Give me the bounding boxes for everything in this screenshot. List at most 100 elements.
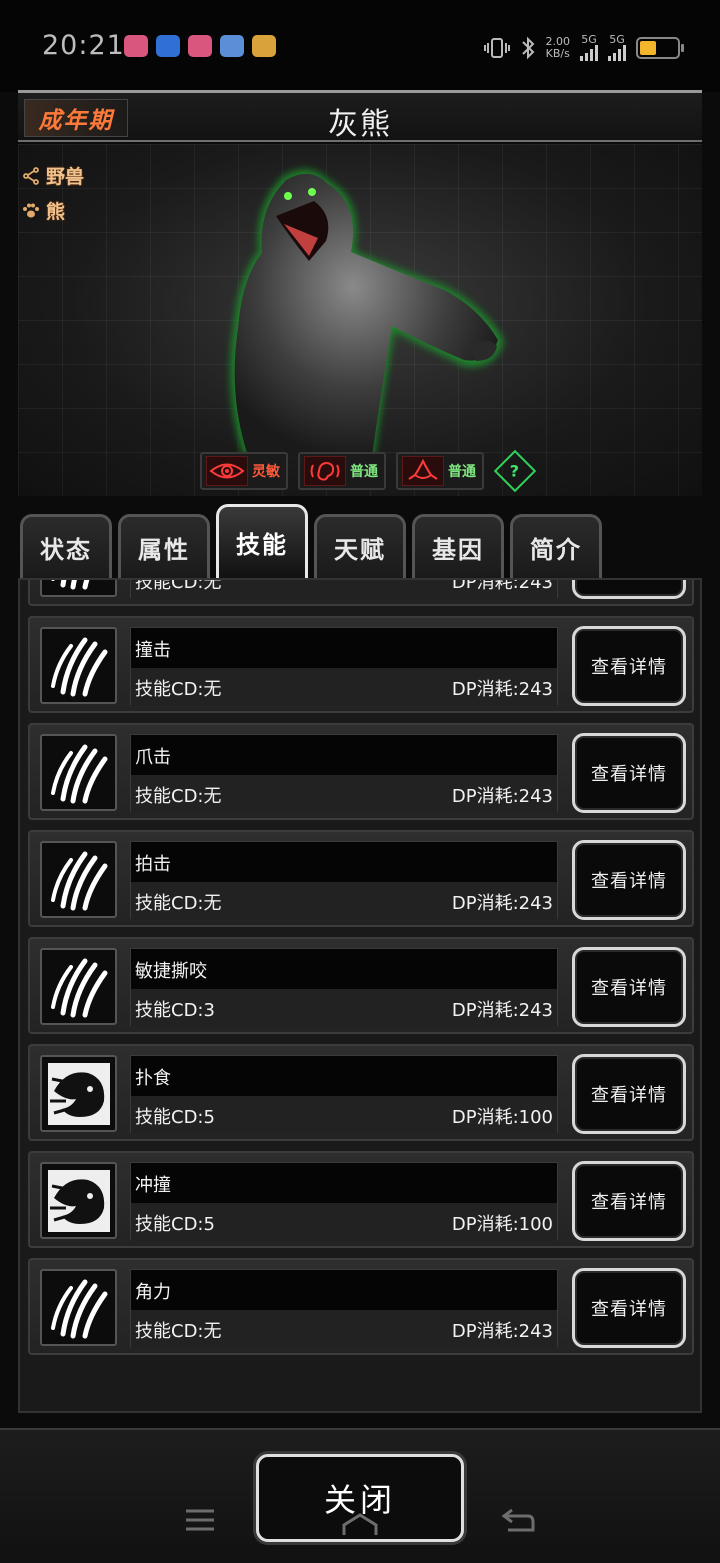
tab-skills[interactable]: 技能	[216, 504, 308, 578]
page-title: 灰熊	[328, 107, 392, 142]
view-details-button[interactable]: 查看详情	[572, 1161, 686, 1241]
sim2-signal: 5G	[608, 34, 626, 61]
tab-label: 天赋	[334, 536, 386, 564]
menu-icon[interactable]	[184, 1506, 216, 1541]
sense-sight[interactable]: 灵敏	[200, 452, 288, 490]
skill-row: 敏捷撕咬技能CD:3 DP消耗:243 查看详情	[28, 937, 694, 1034]
skill-name: 爪击	[135, 747, 171, 768]
sense-hearing-level: 普通	[350, 464, 378, 480]
skill-cooldown: 技能CD:3	[135, 1000, 215, 1021]
status-bar: 20:21 2.00 KB/s 5G 5G	[0, 0, 720, 92]
net-speed: 2.00 KB/s	[545, 34, 571, 60]
help-button[interactable]: ?	[493, 449, 537, 493]
skill-row: 扑食 技能CD:5 DP消耗:100 查看详情	[28, 1044, 694, 1141]
view-details-label: 查看详情	[591, 1085, 667, 1106]
view-details-button[interactable]: 查看详情	[572, 580, 686, 599]
sim2-label: 5G	[609, 33, 625, 46]
view-details-label: 查看详情	[591, 1192, 667, 1213]
view-details-button[interactable]: 查看详情	[572, 626, 686, 706]
net-speed-value: 2.00	[545, 34, 571, 48]
help-icon: ?	[510, 461, 520, 481]
skill-dp-cost: DP消耗:243	[451, 1321, 553, 1342]
view-details-button[interactable]: 查看详情	[572, 733, 686, 813]
sim1-signal: 5G	[580, 34, 598, 61]
skill-dp-cost: DP消耗:243	[451, 679, 553, 700]
vibrate-icon	[483, 37, 510, 58]
skill-dp-cost: DP消耗:100	[451, 1214, 553, 1235]
pounce-icon	[40, 1055, 117, 1132]
view-details-label: 查看详情	[591, 657, 667, 678]
tab-label: 状态	[40, 536, 92, 564]
view-details-button[interactable]: 查看详情	[572, 840, 686, 920]
skill-name: 撞击	[135, 640, 171, 661]
view-details-label: 查看详情	[591, 764, 667, 785]
tab-label: 基因	[432, 536, 484, 564]
claw-icon	[40, 627, 117, 704]
battery-icon	[636, 36, 684, 59]
tag-label: 野兽	[46, 166, 85, 188]
skill-info: 撕咬技能CD:无DP消耗:243	[130, 578, 558, 599]
skill-dp-cost: DP消耗:100	[451, 1107, 553, 1128]
tab-intro[interactable]: 简介	[510, 514, 602, 578]
skill-cooldown: 技能CD:5	[135, 1107, 215, 1128]
skill-cooldown: 技能CD:无	[135, 1321, 222, 1342]
home-icon[interactable]	[340, 1510, 380, 1545]
view-details-button[interactable]: 查看详情	[572, 1268, 686, 1348]
skill-cooldown: 技能CD:无	[135, 578, 222, 593]
skill-row: 撞击技能CD:无 DP消耗:243 查看详情	[28, 616, 694, 713]
sense-smell-level: 普通	[448, 464, 476, 480]
tab-label: 技能	[236, 531, 288, 559]
app-notification-icon	[252, 35, 276, 57]
pounce-icon	[40, 1162, 117, 1239]
skill-cooldown: 技能CD:无	[135, 893, 222, 914]
back-icon[interactable]	[500, 1506, 536, 1542]
view-details-label: 查看详情	[591, 978, 667, 999]
claw-icon	[40, 841, 117, 918]
tab-attributes[interactable]: 属性	[118, 514, 210, 578]
app-notification-icon	[188, 35, 212, 57]
skill-info: 敏捷撕咬技能CD:3 DP消耗:243	[130, 948, 558, 1027]
skill-name: 冲撞	[135, 1175, 171, 1196]
skill-row: 撕咬技能CD:无DP消耗:243 查看详情	[28, 578, 694, 606]
skill-name: 角力	[135, 1282, 171, 1303]
claw-icon	[40, 1269, 117, 1346]
view-details-button[interactable]: 查看详情	[572, 947, 686, 1027]
claw-icon	[40, 948, 117, 1025]
eye-icon	[206, 456, 248, 486]
tag-label: 熊	[46, 201, 66, 223]
view-details-label: 查看详情	[591, 1299, 667, 1320]
skill-dp-cost: DP消耗:243	[451, 786, 553, 807]
app-notification-icon	[220, 35, 244, 57]
tag-family: 熊	[22, 197, 84, 224]
bottom-bar: 关闭	[0, 1428, 720, 1563]
skill-row: 角力技能CD:无 DP消耗:243 查看详情	[28, 1258, 694, 1355]
sense-smell[interactable]: 普通	[396, 452, 484, 490]
tab-talents[interactable]: 天赋	[314, 514, 406, 578]
tab-bar: 状态 属性 技能 天赋 基因 简介	[20, 504, 700, 578]
grizzly-bear-portrait	[230, 169, 504, 456]
skill-dp-cost: DP消耗:243	[451, 1000, 553, 1021]
skill-cooldown: 技能CD:无	[135, 679, 222, 700]
signal-bars-icon	[608, 45, 626, 61]
skill-list[interactable]: 撕咬技能CD:无DP消耗:243查看详情撞击技能CD:无DP消耗:243查看详情…	[18, 578, 702, 1413]
skill-cooldown: 技能CD:5	[135, 1214, 215, 1235]
app-notification-icon	[124, 35, 148, 57]
tag-category: 野兽	[22, 162, 84, 189]
tab-genes[interactable]: 基因	[412, 514, 504, 578]
skill-name: 敏捷撕咬	[135, 961, 207, 982]
view-details-button[interactable]: 查看详情	[572, 1054, 686, 1134]
tab-status[interactable]: 状态	[20, 514, 112, 578]
claw-icon	[40, 580, 117, 597]
signal-bars-icon	[580, 45, 598, 61]
sense-hearing[interactable]: 普通	[298, 452, 386, 490]
skill-name: 拍击	[135, 854, 171, 875]
creature-tags: 野兽 熊	[22, 162, 84, 224]
claw-icon	[40, 734, 117, 811]
creature-header: 成年期 灰熊	[18, 90, 702, 142]
bluetooth-icon	[521, 36, 534, 59]
senses-row: 灵敏 普通 普通 ?	[200, 449, 537, 493]
sim1-label: 5G	[581, 33, 597, 46]
skill-dp-cost: DP消耗:243	[451, 893, 553, 914]
tab-label: 简介	[530, 536, 582, 564]
skill-row: 冲撞技能CD:5 DP消耗:100 查看详情	[28, 1151, 694, 1248]
